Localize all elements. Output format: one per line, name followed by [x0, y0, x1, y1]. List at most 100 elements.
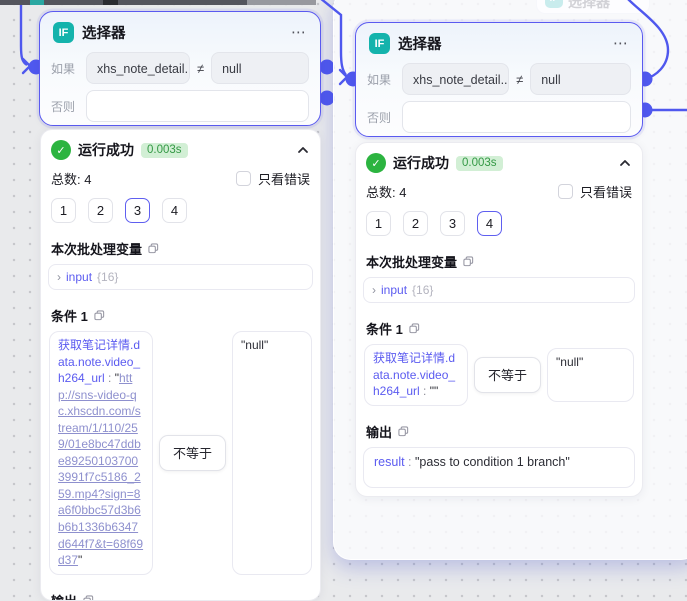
condition-row: 获取笔记详情.data.note.video_h264_url : "http:…: [49, 331, 312, 575]
more-menu-icon[interactable]: ⋯: [291, 25, 307, 40]
more-menu-icon[interactable]: ⋯: [613, 36, 629, 51]
run-result-card-right: ✓ 运行成功 0.003s 总数: 4 只看错误 1 2 3 4 本次批处理变量…: [355, 142, 643, 497]
output-title: 输出: [51, 591, 310, 601]
page-button-3-active[interactable]: 3: [125, 198, 150, 223]
result-key: result: [374, 454, 405, 469]
if-label: 如果: [367, 72, 392, 87]
run-status: 运行成功: [78, 142, 134, 158]
edge-arrowhead-icon: [21, 57, 32, 75]
page-button-1[interactable]: 1: [51, 198, 76, 223]
copy-icon[interactable]: [409, 323, 420, 334]
total-count: 总数: 4: [51, 172, 92, 187]
var-count: {16}: [97, 270, 119, 284]
errors-only-label: 只看错误: [257, 172, 310, 187]
else-row: 否则: [40, 87, 320, 125]
output-result-box: result : "pass to condition 1 branch": [363, 446, 635, 488]
else-value-field[interactable]: [86, 90, 309, 122]
if-condition-row: 如果 xhs_note_detail... ≠ null: [356, 60, 642, 98]
condition-variable: 获取笔记详情.data.note.video_h264_url: [373, 351, 456, 399]
condition-value-field[interactable]: null: [211, 52, 309, 84]
collapse-chevron-icon[interactable]: [618, 156, 632, 170]
batch-vars-title-text: 本次批处理变量: [51, 242, 143, 257]
condition-title: 条件 1: [366, 319, 632, 338]
quote: ": [78, 553, 83, 568]
not-equal-icon: ≠: [516, 71, 524, 87]
output-title: 输出: [366, 422, 632, 441]
condition-row: 获取笔记详情.data.note.video_h264_url : "" 不等于…: [364, 344, 634, 406]
copy-icon[interactable]: [94, 310, 105, 321]
if-node-left[interactable]: IF 选择器 ⋯ 如果 xhs_note_detail... ≠ null 否则: [39, 11, 321, 126]
else-label: 否则: [51, 99, 76, 114]
else-label: 否则: [367, 110, 392, 125]
run-meta-row: 总数: 4 只看错误: [51, 169, 310, 188]
if-node-right[interactable]: IF 选择器 ⋯ 如果 xhs_note_detail... ≠ null 否则: [355, 22, 643, 137]
node-header: IF 选择器 ⋯: [40, 12, 320, 49]
page-button-2[interactable]: 2: [88, 198, 113, 223]
condition-value-field[interactable]: null: [530, 63, 631, 95]
output-title-text: 输出: [51, 591, 77, 600]
copy-icon[interactable]: [398, 426, 409, 437]
result-value: "pass to condition 1 branch": [415, 454, 570, 469]
iteration-pager: 1 2 3 4: [51, 198, 310, 223]
collapse-chevron-icon[interactable]: [296, 143, 310, 157]
duration-badge: 0.003s: [456, 155, 503, 171]
else-row: 否则: [356, 98, 642, 136]
if-condition-row: 如果 xhs_note_detail... ≠ null: [40, 49, 320, 87]
errors-only-checkbox[interactable]: [235, 171, 251, 186]
success-check-icon: ✓: [51, 140, 71, 160]
else-value-field[interactable]: [402, 101, 631, 133]
result-separator: :: [404, 454, 415, 469]
batch-var-box[interactable]: › input {16}: [48, 264, 313, 290]
batch-vars-title: 本次批处理变量: [366, 252, 632, 271]
condition-left-box: 获取笔记详情.data.note.video_h264_url : "": [364, 344, 468, 406]
not-equal-operator-button: 不等于: [474, 356, 542, 393]
var-name: input: [381, 283, 408, 297]
batch-vars-title: 本次批处理变量: [51, 239, 310, 258]
condition-right-box: "null": [232, 331, 312, 575]
condition-title-text: 条件 1: [51, 309, 88, 324]
expand-chevron-icon[interactable]: ›: [372, 283, 376, 297]
batch-var-box[interactable]: › input {16}: [363, 277, 635, 303]
if-node-icon: IF: [369, 33, 390, 54]
page-button-4-active[interactable]: 4: [477, 211, 502, 236]
run-header: ✓ 运行成功 0.003s: [51, 140, 310, 160]
copy-icon[interactable]: [83, 595, 94, 601]
var-name: input: [66, 270, 93, 284]
node-title: 选择器: [398, 37, 442, 53]
expand-chevron-icon[interactable]: ›: [57, 270, 61, 284]
strip-light-segment: [247, 0, 316, 5]
if-node-icon: IF: [53, 22, 74, 43]
success-check-icon: ✓: [366, 153, 386, 173]
run-status: 运行成功: [393, 155, 449, 171]
condition-separator: :: [419, 384, 430, 399]
output-title-text: 输出: [366, 424, 393, 440]
condition-url-link[interactable]: http://sns-video-qc.xhscdn.com/stream/1/…: [58, 371, 143, 567]
copy-icon[interactable]: [463, 256, 474, 267]
strip-dark-segment: [103, 0, 118, 5]
run-header: ✓ 运行成功 0.003s: [366, 153, 632, 173]
condition-operand-field[interactable]: xhs_note_detail...: [86, 52, 190, 84]
condition-value: "": [429, 384, 439, 399]
condition-separator: :: [104, 371, 115, 386]
run-result-card-left: ✓ 运行成功 0.003s 总数: 4 只看错误 1 2 3 4 本次批处理变量…: [40, 129, 321, 601]
not-equal-icon: ≠: [196, 60, 205, 76]
errors-only-label: 只看错误: [579, 185, 632, 200]
var-count: {16}: [412, 283, 434, 297]
edge-into-left-node[interactable]: [19, 0, 28, 67]
page-button-4[interactable]: 4: [162, 198, 187, 223]
top-window-strip: [0, 0, 316, 5]
not-equal-operator-button: 不等于: [159, 434, 227, 471]
page-button-1[interactable]: 1: [366, 211, 391, 236]
strip-teal-segment: [30, 0, 44, 5]
total-count: 总数: 4: [366, 185, 407, 200]
duration-badge: 0.003s: [141, 142, 188, 158]
errors-only-checkbox[interactable]: [557, 184, 573, 199]
batch-vars-title-text: 本次批处理变量: [366, 255, 458, 270]
if-label: 如果: [51, 61, 76, 76]
copy-icon[interactable]: [148, 243, 159, 254]
page-button-2[interactable]: 2: [403, 211, 428, 236]
condition-operand-field[interactable]: xhs_note_detail...: [402, 63, 510, 95]
condition-title-text: 条件 1: [366, 322, 403, 337]
iteration-pager: 1 2 3 4: [366, 211, 632, 236]
page-button-3[interactable]: 3: [440, 211, 465, 236]
